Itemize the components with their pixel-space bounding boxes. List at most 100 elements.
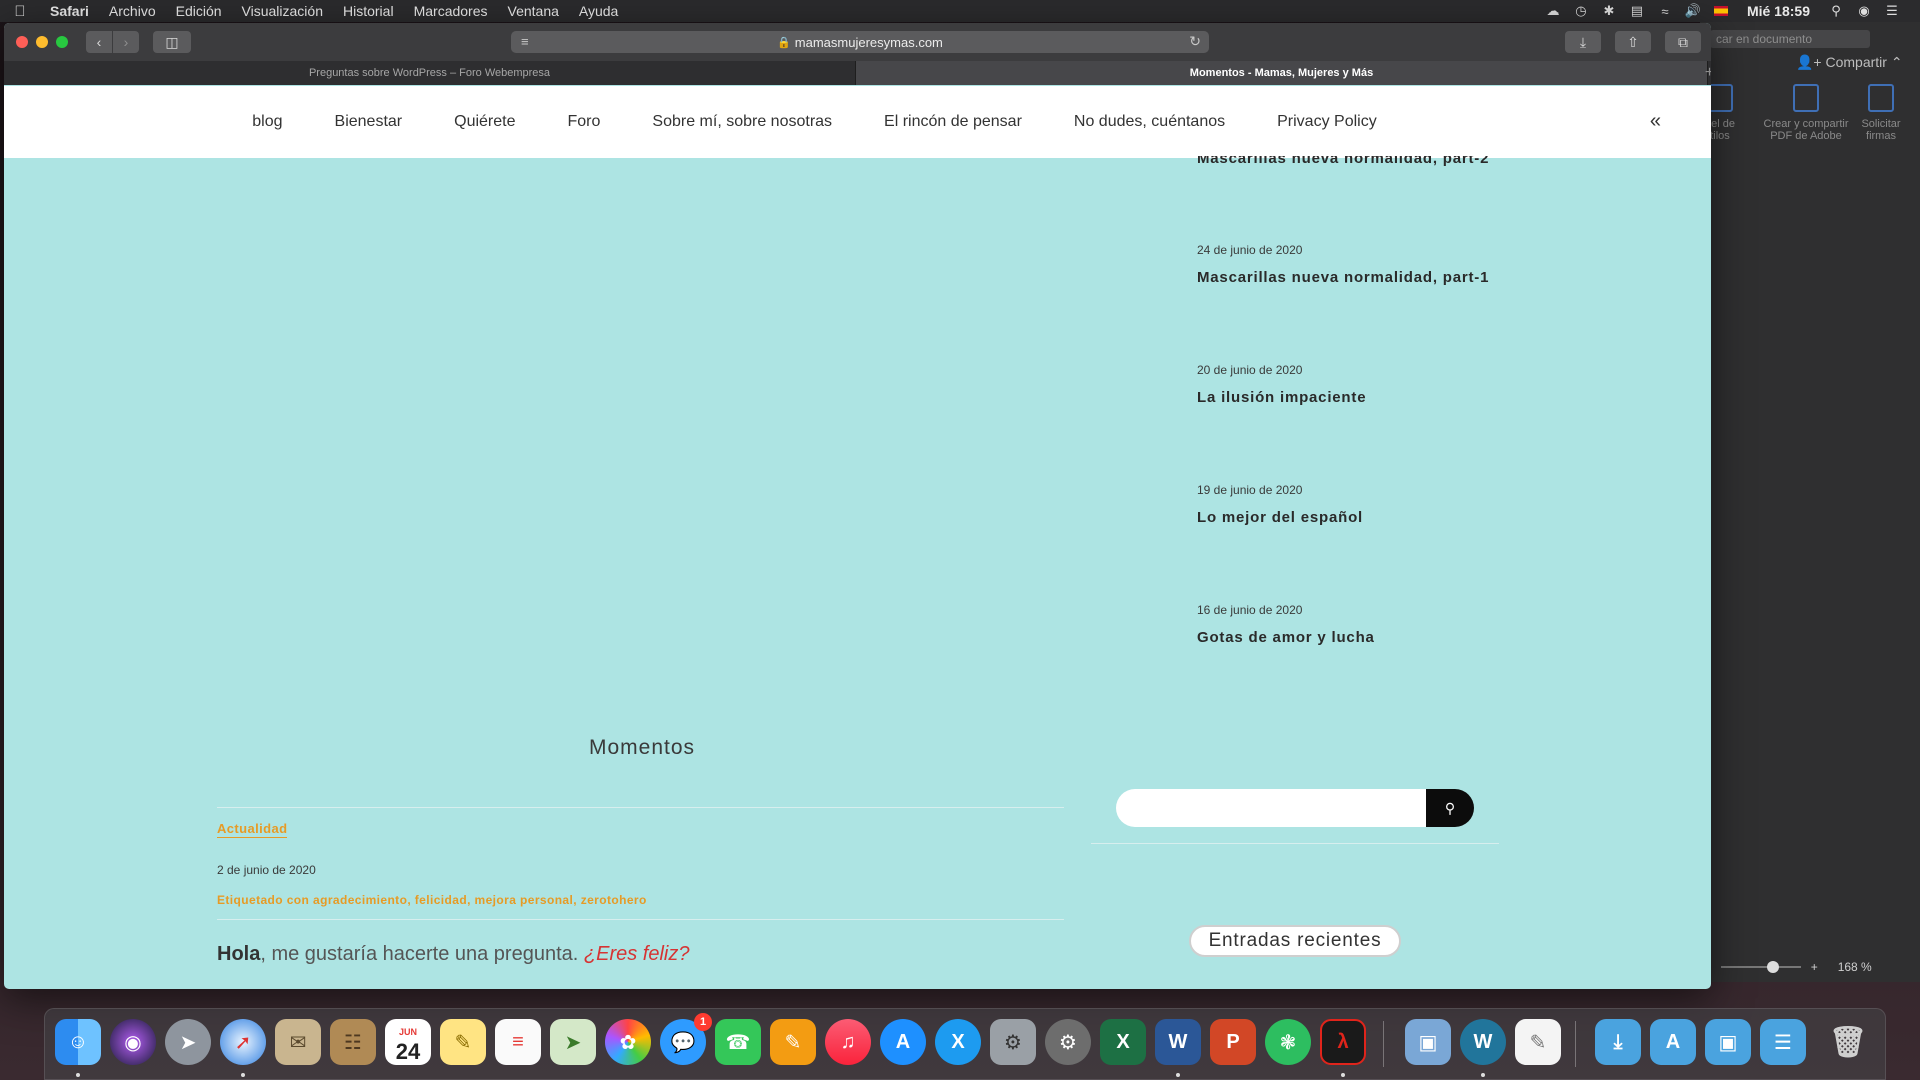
- nav-link-sobre-mi[interactable]: Sobre mí, sobre nosotras: [652, 113, 832, 131]
- zoom-slider-knob[interactable]: [1766, 961, 1779, 973]
- disk-utility-icon[interactable]: ⚙: [990, 1019, 1036, 1065]
- sidebar-search-input[interactable]: [1116, 789, 1426, 827]
- acrobat-app-icon[interactable]: λ: [1320, 1019, 1366, 1065]
- divider: [217, 807, 1064, 808]
- tool-label: firmas: [1866, 130, 1896, 142]
- clock[interactable]: Mié 18:59: [1735, 3, 1822, 19]
- nav-link-privacy[interactable]: Privacy Policy: [1277, 113, 1377, 131]
- acrobat-tool-request-signatures[interactable]: Solicitar firmas: [1854, 84, 1908, 142]
- excel-icon[interactable]: X: [1100, 1019, 1146, 1065]
- nav-link-foro[interactable]: Foro: [568, 113, 601, 131]
- menu-archivo[interactable]: Archivo: [99, 3, 166, 19]
- wordpress-icon[interactable]: W: [1460, 1019, 1506, 1065]
- music-icon[interactable]: ♫: [825, 1019, 871, 1065]
- applications-folder-icon[interactable]: A: [1650, 1019, 1696, 1065]
- evernote-icon[interactable]: ❃: [1265, 1019, 1311, 1065]
- post-intro: Hola, me gustaría hacerte una pregunta. …: [217, 943, 689, 966]
- reminders-icon[interactable]: ≡: [495, 1019, 541, 1065]
- input-flag-icon[interactable]: [1707, 0, 1735, 22]
- facetime-icon[interactable]: ☎: [715, 1019, 761, 1065]
- acrobat-share-button[interactable]: 👤+ Compartir ⌃: [1796, 54, 1903, 71]
- apple-menu-icon[interactable]: : [0, 3, 40, 20]
- downloads-button[interactable]: ⤓: [1565, 31, 1601, 53]
- tab-overview-button[interactable]: ⧉: [1665, 31, 1701, 53]
- acrobat-search-field[interactable]: car en documento: [1710, 30, 1870, 48]
- back-button[interactable]: ‹: [86, 31, 112, 53]
- system-preferences-icon[interactable]: ⚙: [1045, 1019, 1091, 1065]
- screenshots-folder-icon[interactable]: ▣: [1705, 1019, 1751, 1065]
- messages-icon[interactable]: 💬 1: [660, 1013, 712, 1065]
- safari-app-icon[interactable]: ➚: [220, 1019, 266, 1065]
- powerpoint-icon[interactable]: P: [1210, 1019, 1256, 1065]
- documents-folder-icon[interactable]: ☰: [1760, 1019, 1806, 1065]
- siri-app-icon[interactable]: ◉: [110, 1019, 156, 1065]
- menu-ventana[interactable]: Ventana: [498, 3, 569, 19]
- forward-button[interactable]: ›: [113, 31, 139, 53]
- recent-post-title[interactable]: La ilusión impaciente: [1197, 389, 1366, 406]
- siri-icon[interactable]: ◉: [1850, 0, 1878, 22]
- notes-icon[interactable]: ✎: [440, 1019, 486, 1065]
- nav-link-no-dudes[interactable]: No dudes, cuéntanos: [1074, 113, 1225, 131]
- downloads-folder-icon[interactable]: ⤓: [1595, 1019, 1641, 1065]
- recent-post-title[interactable]: Gotas de amor y lucha: [1197, 629, 1375, 646]
- maps-icon[interactable]: ➤: [550, 1019, 596, 1065]
- menu-visualizacion[interactable]: Visualización: [232, 3, 333, 19]
- photos-icon[interactable]: ✿: [605, 1019, 651, 1065]
- textedit-icon[interactable]: ✎: [1515, 1019, 1561, 1065]
- bluetooth-icon[interactable]: ✱: [1595, 0, 1623, 22]
- tag-link[interactable]: zerotohero: [581, 893, 647, 907]
- menu-edicion[interactable]: Edición: [166, 3, 232, 19]
- zoom-in-icon[interactable]: +: [1811, 960, 1818, 974]
- launchpad-icon[interactable]: ➤: [165, 1019, 211, 1065]
- menu-marcadores[interactable]: Marcadores: [404, 3, 498, 19]
- reader-view-icon[interactable]: ≡: [521, 34, 529, 49]
- fullscreen-window-button[interactable]: [56, 36, 68, 48]
- tag-link[interactable]: agradecimiento: [313, 893, 407, 907]
- trash-icon[interactable]: 🗑: [1825, 1019, 1871, 1065]
- app-store-icon[interactable]: A: [880, 1019, 926, 1065]
- acrobat-tool-create-pdf[interactable]: Crear y compartir PDF de Adobe: [1760, 84, 1852, 142]
- volume-icon[interactable]: 🔊: [1679, 0, 1707, 22]
- new-tab-button[interactable]: +: [1705, 61, 1711, 85]
- notification-center-icon[interactable]: ☰: [1878, 0, 1906, 22]
- time-machine-icon[interactable]: ◷: [1567, 0, 1595, 22]
- xcode-icon[interactable]: X: [935, 1019, 981, 1065]
- menu-app-name[interactable]: Safari: [40, 3, 99, 19]
- tag-link[interactable]: felicidad: [415, 893, 467, 907]
- preview-icon[interactable]: ▣: [1405, 1019, 1451, 1065]
- wifi-icon[interactable]: ≈: [1651, 0, 1679, 22]
- running-indicator: [1341, 1073, 1345, 1077]
- pages-icon[interactable]: ✎: [770, 1019, 816, 1065]
- sidebar-toggle-button[interactable]: ◫: [153, 31, 191, 53]
- post-category-link[interactable]: Actualidad: [217, 821, 288, 838]
- spotlight-icon[interactable]: ⚲: [1822, 0, 1850, 22]
- collapse-sidebar-icon[interactable]: «: [1650, 110, 1661, 133]
- menu-ayuda[interactable]: Ayuda: [569, 3, 628, 19]
- menu-historial[interactable]: Historial: [333, 3, 404, 19]
- tag-link[interactable]: mejora personal: [475, 893, 574, 907]
- sidebar-search-button[interactable]: ⚲: [1426, 789, 1474, 827]
- share-button[interactable]: ⇧: [1615, 31, 1651, 53]
- zoom-slider[interactable]: [1720, 961, 1801, 973]
- tab-foro-webempresa[interactable]: Preguntas sobre WordPress – Foro Webempr…: [4, 61, 856, 85]
- calendar-icon[interactable]: JUN 24: [385, 1019, 431, 1065]
- address-bar[interactable]: ≡ 🔒 mamasmujeresymas.com ↻: [511, 31, 1209, 53]
- nav-link-bienestar[interactable]: Bienestar: [335, 113, 403, 131]
- contacts-icon[interactable]: ☷: [330, 1019, 376, 1065]
- creative-cloud-icon[interactable]: ☁: [1539, 0, 1567, 22]
- reload-icon[interactable]: ↻: [1189, 33, 1201, 50]
- tab-momentos[interactable]: Momentos - Mamas, Mujeres y Más: [856, 61, 1708, 85]
- nav-link-blog[interactable]: blog: [252, 113, 282, 131]
- recent-post-title[interactable]: Lo mejor del español: [1197, 509, 1363, 526]
- close-window-button[interactable]: [16, 36, 28, 48]
- battery-icon[interactable]: ▤: [1623, 0, 1651, 22]
- word-icon[interactable]: W: [1155, 1019, 1201, 1065]
- recent-post-date: 19 de junio de 2020: [1197, 483, 1303, 497]
- minimize-window-button[interactable]: [36, 36, 48, 48]
- finder-icon[interactable]: ☺: [55, 1019, 101, 1065]
- tool-label: tilos: [1710, 130, 1730, 142]
- nav-link-quierete[interactable]: Quiérete: [454, 113, 515, 131]
- recent-post-title[interactable]: Mascarillas nueva normalidad, part-1: [1197, 269, 1489, 286]
- mail-stamp-icon[interactable]: ✉: [275, 1019, 321, 1065]
- nav-link-rincon[interactable]: El rincón de pensar: [884, 113, 1022, 131]
